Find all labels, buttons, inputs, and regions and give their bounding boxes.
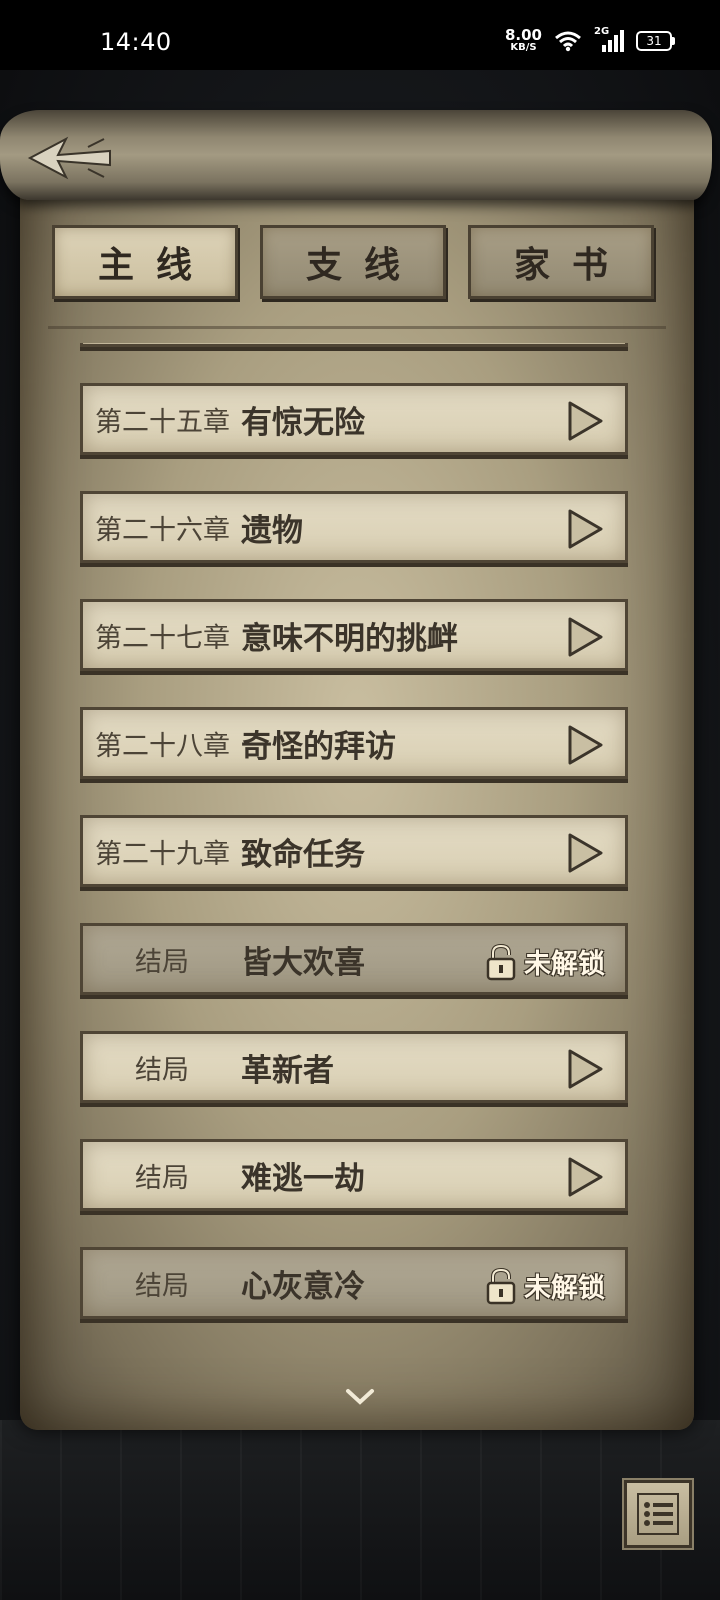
chapter-number: 第二十九章 [95,838,230,870]
cell-signal-icon [602,29,624,52]
status-bar: 14:40 8.00 KB/S 2G 31 [0,0,720,70]
chapter-title: 有惊无险 [241,404,365,441]
chapter-item[interactable]: 第二十六章 遗物 [80,491,628,563]
network-speed: 8.00 KB/S [505,28,542,53]
chapter-item[interactable]: 结局 皆大欢喜 未解锁 [80,923,628,995]
chapter-title: 难逃一劫 [241,1160,365,1197]
play-triangle-icon[interactable] [565,508,605,550]
chapter-title: 奇怪的拜访 [241,728,396,765]
tab-2[interactable]: 家书 [468,225,654,299]
chapter-number: 第二十六章 [95,514,230,546]
play-triangle-icon[interactable] [565,400,605,442]
padlock-icon [486,1267,516,1304]
chapter-item[interactable]: 第二十五章 有惊无险 [80,383,628,455]
chapter-item[interactable]: 结局 难逃一劫 [80,1139,628,1211]
tab-1[interactable]: 支线 [260,225,446,299]
chapter-number: 结局 [135,1162,189,1194]
chapter-item[interactable]: 第二十七章 意味不明的挑衅 [80,599,628,671]
battery-icon: 31 [636,30,675,51]
locked-indicator: 未解锁 [484,1266,605,1305]
chapter-item[interactable]: 第二十九章 致命任务 [80,815,628,887]
chapter-number: 结局 [135,1270,189,1302]
locked-indicator: 未解锁 [484,942,605,981]
status-icons: 8.00 KB/S 2G 31 [505,26,675,53]
chapter-item[interactable]: 结局 革新者 [80,1031,628,1103]
chapter-title: 致命任务 [241,836,365,873]
chapter-title: 皆大欢喜 [241,944,365,981]
network-speed-value: 8.00 [504,26,542,44]
cell-signal: 2G [594,26,624,52]
status-time: 14:40 [100,28,172,56]
tab-divider [48,326,666,329]
padlock-icon [486,943,516,980]
chapter-title: 意味不明的挑衅 [241,620,458,657]
chevron-down-icon[interactable] [340,1385,380,1409]
chapter-title: 心灰意冷 [241,1268,365,1305]
chapter-list[interactable]: 第二十四章命悬一线第二十五章有惊无险第二十六章遗物第二十七章意味不明的挑衅第二十… [60,343,660,1363]
background-room [0,1420,720,1600]
chapter-title: 遗物 [241,512,303,549]
chapter-number: 第二十八章 [95,730,230,762]
play-triangle-icon[interactable] [565,616,605,658]
locked-label: 未解锁 [524,949,605,980]
play-triangle-icon[interactable] [565,832,605,874]
network-speed-unit: KB/S [510,42,537,53]
chapter-item[interactable]: 第二十四章命悬一线 [80,343,628,347]
chapter-title: 革新者 [241,1052,334,1089]
chapter-number: 第二十七章 [95,622,230,654]
chapter-number: 结局 [135,1054,189,1086]
chapter-list-content: 第二十四章命悬一线第二十五章有惊无险第二十六章遗物第二十七章意味不明的挑衅第二十… [60,343,660,1355]
chapter-item[interactable]: 第二十八章 奇怪的拜访 [80,707,628,779]
tab-bar: 主线 支线 家书 [52,225,662,305]
menu-button[interactable] [624,1480,692,1548]
play-triangle-icon[interactable] [565,1048,605,1090]
wifi-icon [555,31,581,51]
play-triangle-icon[interactable] [565,724,605,766]
back-button[interactable] [24,128,114,188]
play-triangle-icon[interactable] [565,1156,605,1198]
chapter-number: 第二十五章 [95,406,230,438]
chapter-item[interactable]: 结局 心灰意冷 未解锁 [80,1247,628,1319]
list-menu-icon [637,1493,679,1535]
chapter-number: 结局 [135,946,189,978]
arrow-left-icon [27,136,111,180]
screen: 14:40 8.00 KB/S 2G 31 主线 支线 家书 第二十五章 有惊无… [0,0,720,1600]
locked-label: 未解锁 [524,1273,605,1304]
tab-0[interactable]: 主线 [52,225,238,299]
